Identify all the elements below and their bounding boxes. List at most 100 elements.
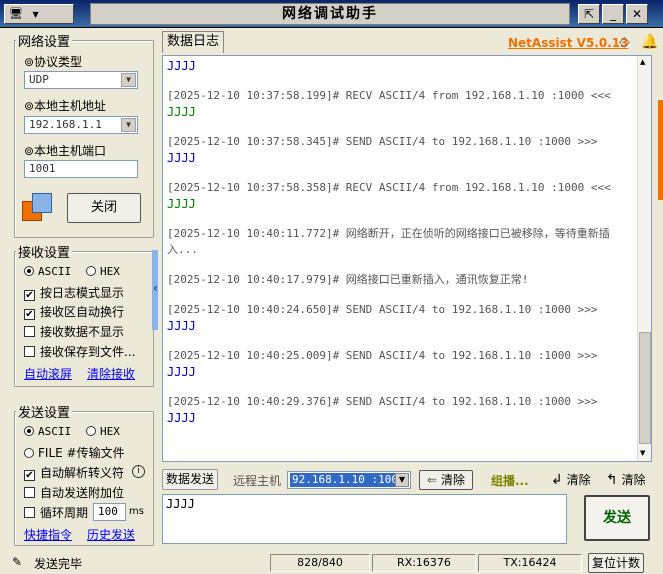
remote-host-select[interactable]: 92.168.1.10 :1000 ▼ — [287, 471, 411, 489]
receive-hex-radio[interactable]: HEX — [86, 264, 120, 278]
collapse-arrow-icon[interactable]: ‹ — [153, 281, 158, 295]
radio-icon — [86, 266, 96, 276]
log-entry-header: [2025-12-10 10:40:25.009]# SEND ASCII/4 … — [167, 349, 598, 362]
protocol-value: UDP — [29, 73, 49, 86]
log-entry-header: [2025-12-10 10:37:58.358]# RECV ASCII/4 … — [167, 181, 611, 194]
loop-label: 循环周期 — [40, 506, 89, 520]
clear-history-label: 清除 — [621, 473, 646, 487]
tab-data-log[interactable]: 数据日志 — [162, 31, 224, 53]
save-file-checkbox[interactable]: 接收保存到文件... — [24, 343, 135, 360]
bell-icon[interactable]: 🔔 — [641, 34, 658, 50]
clear-receive-link[interactable]: 清除接收 — [87, 365, 135, 382]
host-select[interactable]: 192.168.1.1 ▼ — [24, 116, 138, 134]
hide-data-label: 接收数据不显示 — [40, 325, 125, 339]
status-rx: RX:16376 — [372, 554, 476, 572]
send-ascii-radio[interactable]: ASCII — [24, 424, 71, 438]
arrow-left-icon: ⇐ — [427, 473, 438, 487]
loop-period-input[interactable]: 100 — [93, 503, 126, 521]
clear-send-button[interactable]: ↲ 清除 — [551, 471, 591, 488]
auto-wrap-checkbox[interactable]: ✔ 接收区自动换行 — [24, 303, 124, 320]
log-entry-data: JJJJ — [167, 197, 196, 211]
log-mode-checkbox[interactable]: ✔ 按日志模式显示 — [24, 284, 124, 301]
log-entry-header: [2025-12-10 10:40:11.772]# 网络断开，正在侦听的网络接… — [167, 227, 610, 256]
history-link[interactable]: 历史发送 — [87, 526, 135, 543]
escape-label: 自动解析转义符 — [40, 466, 125, 480]
protocol-label: ⊚协议类型 — [24, 55, 83, 69]
multicast-button[interactable]: 组播... — [491, 472, 529, 489]
radio-selected-icon — [24, 426, 34, 436]
receive-ascii-radio[interactable]: ASCII — [24, 264, 71, 278]
pin-icon[interactable]: ⇱ — [578, 4, 600, 24]
log-entry-header: [2025-12-10 10:40:29.376]# SEND ASCII/4 … — [167, 395, 598, 408]
send-hex-radio[interactable]: HEX — [86, 424, 120, 438]
auto-wrap-label: 接收区自动换行 — [40, 305, 125, 319]
close-connection-button[interactable]: 关闭 — [67, 193, 141, 223]
clear-send-label: 清除 — [566, 473, 591, 487]
hide-data-checkbox[interactable]: 接收数据不显示 — [24, 323, 124, 340]
scroll-thumb[interactable] — [639, 332, 651, 444]
clear-remote-button[interactable]: ⇐ 清除 — [419, 470, 473, 490]
loop-unit: ms — [129, 506, 144, 517]
brand-link[interactable]: NetAssist V5.0.13 — [508, 36, 628, 50]
file-source-radio[interactable]: FILE #传输文件 — [24, 444, 125, 461]
minimize-button[interactable]: _ — [602, 4, 624, 24]
port-input[interactable]: 1001 — [24, 160, 138, 178]
save-file-label: 接收保存到文件... — [40, 345, 136, 359]
log-entry-header: [2025-12-10 10:37:58.199]# RECV ASCII/4 … — [167, 89, 611, 102]
reset-count-button[interactable]: 复位计数 — [588, 553, 644, 573]
receive-ascii-label: ASCII — [38, 265, 72, 278]
data-log[interactable]: JJJJ [2025-12-10 10:37:58.199]# RECV ASC… — [162, 55, 652, 462]
arrow-up-left-icon: ↰ — [606, 472, 618, 488]
host-label: ⊚本地主机地址 — [24, 99, 107, 113]
status-bar: ✎ 发送完毕 828/840 RX:16376 TX:16424 复位计数 — [0, 552, 663, 574]
info-icon[interactable]: i — [132, 465, 145, 478]
edge-accent — [658, 100, 663, 200]
radio-icon — [86, 426, 96, 436]
checkbox-empty-icon — [24, 487, 35, 498]
app-icon: 🖥 — [9, 7, 23, 20]
send-hex-label: HEX — [100, 425, 120, 438]
send-ascii-label: ASCII — [38, 425, 72, 438]
scroll-up-icon[interactable]: ▲ — [640, 58, 645, 66]
chevron-down-icon[interactable]: ▼ — [121, 118, 136, 132]
log-entry-header: [2025-12-10 10:40:24.650]# SEND ASCII/4 … — [167, 303, 598, 316]
log-entry-data: JJJJ — [167, 151, 196, 165]
host-value: 192.168.1.1 — [29, 118, 102, 131]
log-entry-data: JJJJ — [167, 411, 196, 425]
diamond-icon[interactable]: ◇ — [619, 34, 630, 50]
send-input[interactable]: JJJJ — [162, 494, 567, 544]
status-icon: ✎ — [12, 555, 23, 569]
receive-settings-title: 接收设置 — [16, 242, 73, 261]
append-checkbox[interactable]: 自动发送附加位 — [24, 484, 124, 501]
clear-history-button[interactable]: ↰ 清除 — [606, 471, 646, 488]
close-window-button[interactable]: ✕ — [626, 4, 648, 24]
protocol-select[interactable]: UDP ▼ — [24, 71, 138, 89]
log-entry-data: JJJJ — [167, 319, 196, 333]
escape-checkbox[interactable]: ✔ 自动解析转义符 — [24, 464, 124, 481]
log-scrollbar[interactable]: ▲ ▼ — [637, 56, 651, 461]
chevron-down-icon[interactable]: ▼ — [121, 73, 136, 87]
clear-remote-label: 清除 — [440, 473, 465, 487]
chevron-down-icon[interactable]: ▼ — [395, 473, 409, 487]
checkmark-icon: ✔ — [24, 470, 35, 481]
radio-icon — [24, 448, 34, 458]
checkbox-empty-icon — [24, 346, 35, 357]
tab-data-send[interactable]: 数据发送 — [162, 469, 218, 490]
checkbox-empty-icon — [24, 507, 35, 518]
remote-host-label: 远程主机 — [233, 474, 282, 488]
shortcuts-link[interactable]: 快捷指令 — [24, 526, 72, 543]
remote-host-value: 92.168.1.10 :1000 — [290, 473, 407, 487]
log-entry-data: JJJJ — [167, 105, 196, 119]
system-menu[interactable]: 🖥 ▼ — [4, 4, 74, 24]
send-button[interactable]: 发送 — [584, 495, 650, 541]
auto-scroll-link[interactable]: 自动滚屏 — [24, 365, 72, 382]
log-mode-label: 按日志模式显示 — [40, 286, 125, 300]
arrow-down-left-icon: ↲ — [551, 472, 563, 488]
checkmark-icon: ✔ — [24, 309, 35, 320]
checkmark-icon: ✔ — [24, 290, 35, 301]
append-label: 自动发送附加位 — [40, 486, 125, 500]
scroll-down-icon[interactable]: ▼ — [640, 449, 645, 457]
port-value: 1001 — [29, 162, 56, 175]
loop-checkbox[interactable]: 循环周期 — [24, 504, 88, 521]
log-entry-header: [2025-12-10 10:37:58.345]# SEND ASCII/4 … — [167, 135, 598, 148]
